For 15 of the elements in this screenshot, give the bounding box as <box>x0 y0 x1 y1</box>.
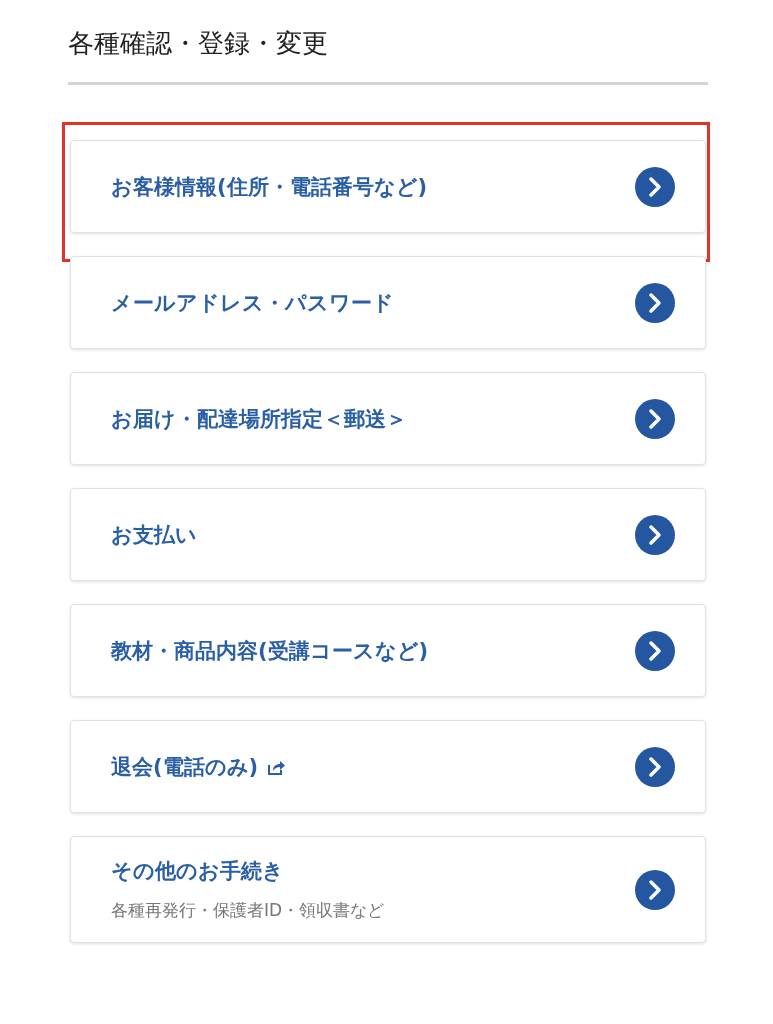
chevron-circle-icon <box>635 869 675 910</box>
menu-item[interactable]: メールアドレス・パスワード <box>70 256 706 349</box>
menu-item[interactable]: お客様情報(住所・電話番号など) <box>70 140 706 233</box>
menu-item[interactable]: 教材・商品内容(受講コースなど) <box>70 604 706 697</box>
section-title: 各種確認・登録・変更 <box>68 27 329 60</box>
chevron-circle-icon <box>635 282 675 323</box>
menu-item[interactable]: お支払い <box>70 488 706 581</box>
menu-item[interactable]: 退会(電話のみ) <box>70 720 706 813</box>
menu-item[interactable]: お届け・配達場所指定＜郵送＞ <box>70 372 706 465</box>
chevron-circle-icon <box>635 166 675 207</box>
chevron-circle-icon <box>635 630 675 671</box>
chevron-circle-icon <box>635 514 675 555</box>
chevron-circle-icon <box>635 398 675 439</box>
chevron-circle-icon <box>635 746 675 787</box>
menu-item[interactable]: その他のお手続き 各種再発行・保護者ID・領収書など <box>70 836 706 943</box>
